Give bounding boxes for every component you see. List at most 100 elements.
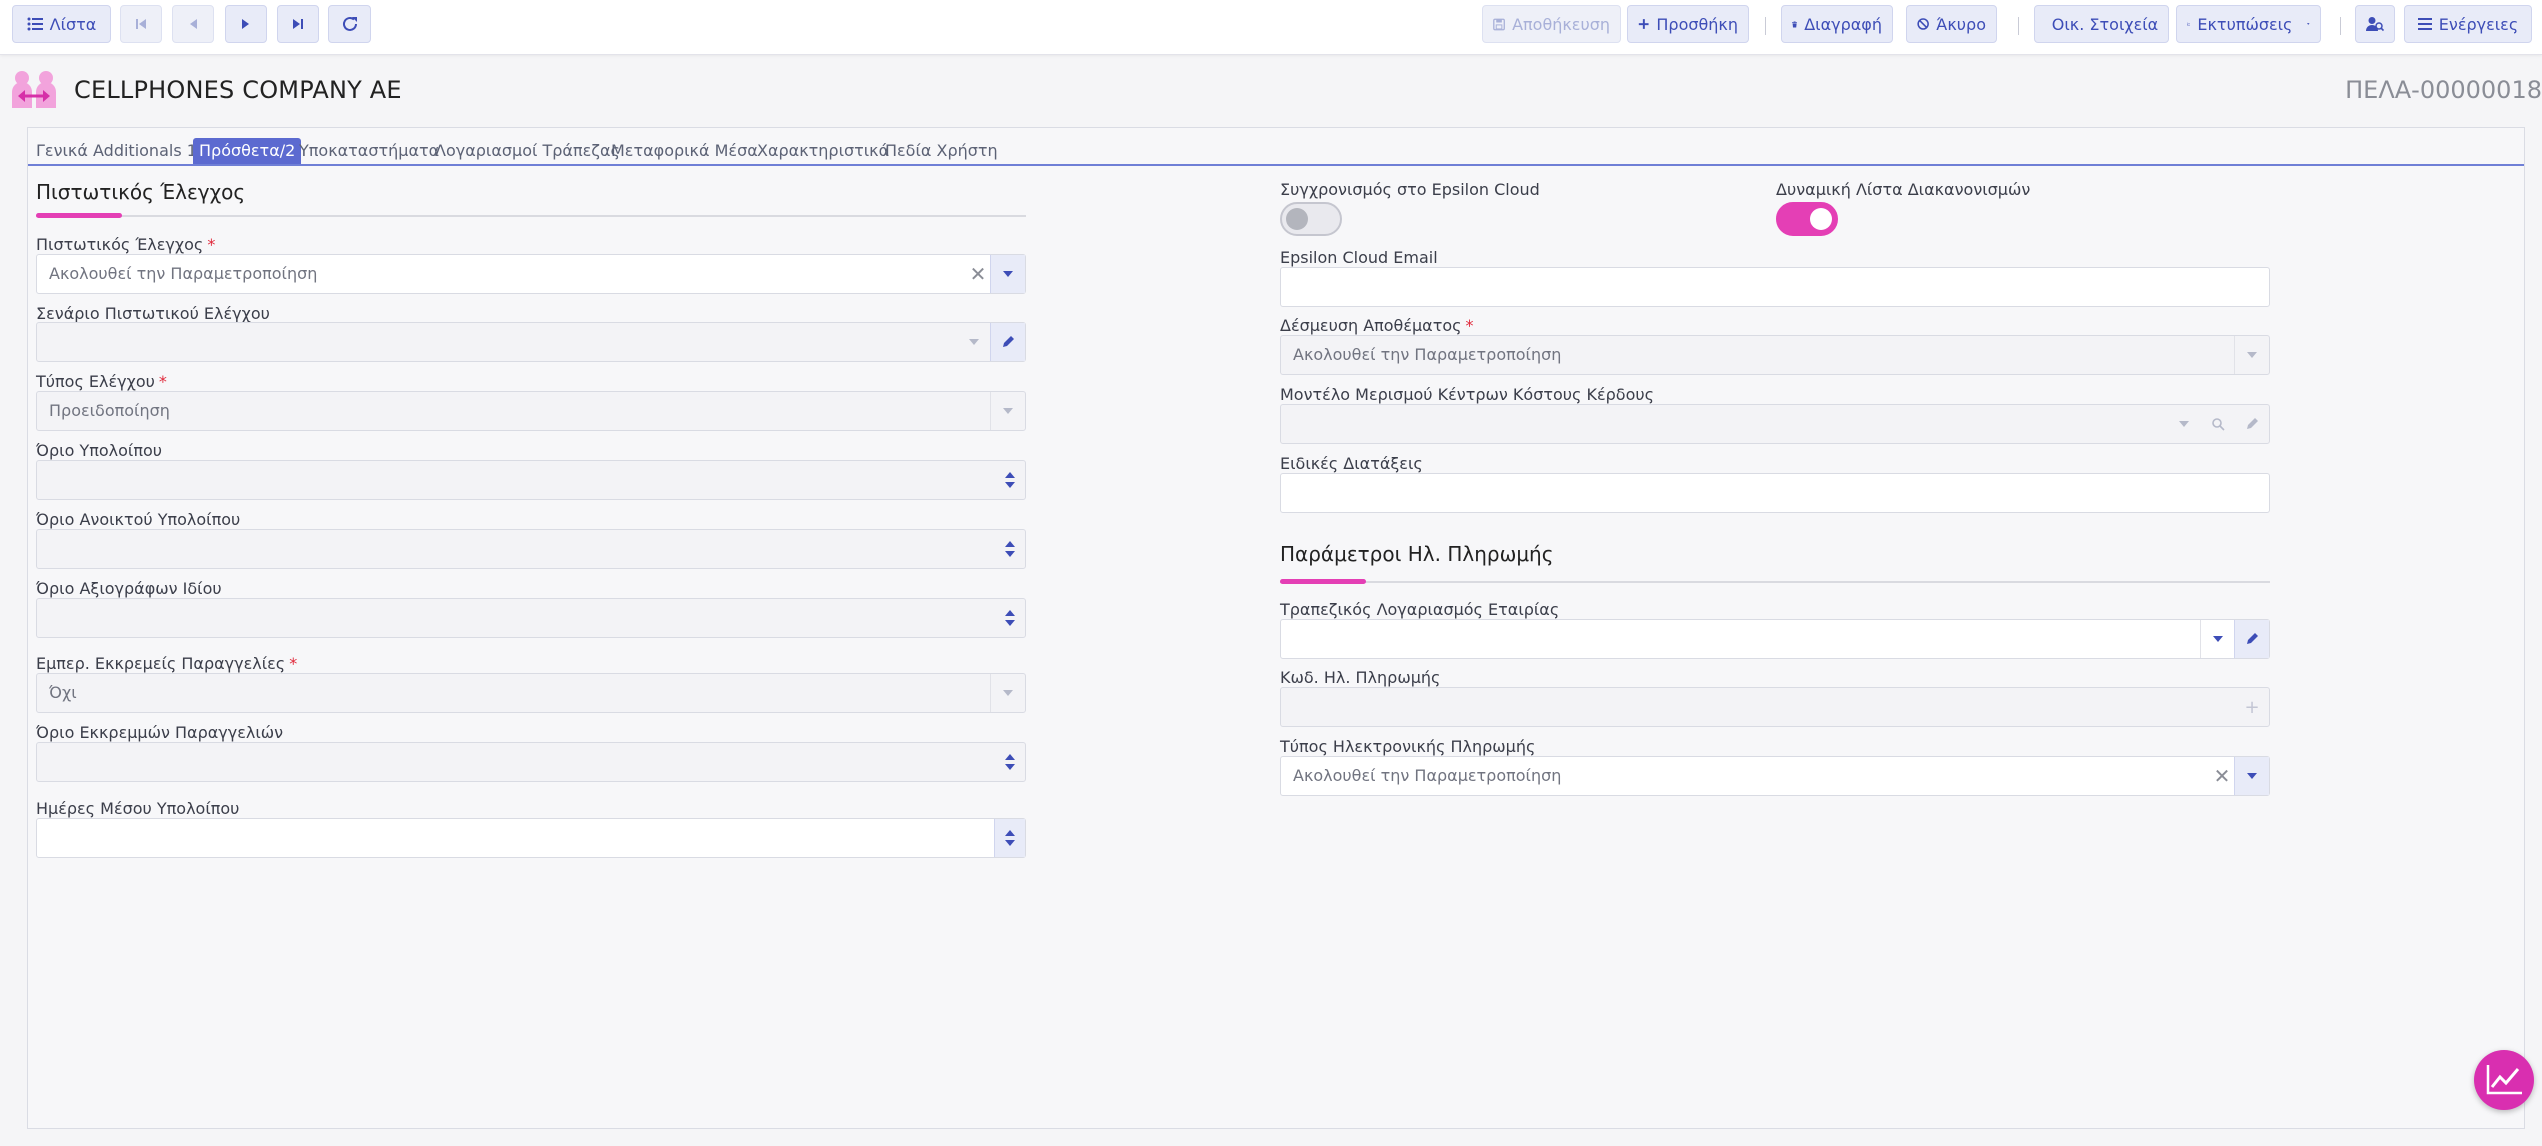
edit-pencil-icon[interactable] <box>2234 620 2269 658</box>
stepper-down-icon <box>1005 551 1015 557</box>
own-cheques-limit-input[interactable] <box>36 598 1026 638</box>
first-record-button[interactable] <box>120 5 162 43</box>
stepper-down-icon <box>1005 620 1015 626</box>
chevron-down-icon[interactable] <box>990 674 1025 712</box>
number-stepper[interactable] <box>995 599 1025 637</box>
chevron-down-icon[interactable] <box>2234 336 2269 374</box>
company-bank-account-label: Τραπεζικός Λογαριασμός Εταιρίας <box>1280 600 1560 619</box>
tab-vehicles[interactable]: Μεταφορικά Μέσα <box>605 138 764 164</box>
cost-center-model-select[interactable] <box>1280 404 2270 444</box>
chevron-down-icon[interactable] <box>957 323 991 361</box>
top-toolbar: Λίστα Αποθήκευση Προσθήκη Διαγραφή Άκυρο… <box>0 0 2542 55</box>
epayment-code-label: Κωδ. Ηλ. Πληρωμής <box>1280 668 1441 687</box>
toolbar-divider <box>2340 17 2341 35</box>
company-bank-account-select[interactable] <box>1280 619 2270 659</box>
record-header: CELLPHONES COMPANY AE ΠΕΛΑ-00000018 <box>0 54 2542 126</box>
customer-logo-icon <box>12 71 56 108</box>
chevron-down-icon[interactable] <box>2234 757 2269 795</box>
chevron-down-icon[interactable] <box>990 255 1025 293</box>
form-panel: Γενικά Additionals 1 Πρόσθετα/2 Υποκατασ… <box>27 127 2525 1129</box>
epsilon-sync-toggle[interactable] <box>1280 202 1342 236</box>
menu-icon <box>2417 18 2432 30</box>
number-stepper[interactable] <box>995 461 1025 499</box>
control-type-label: Τύπος Ελέγχου * <box>36 372 167 391</box>
analytics-fab-button[interactable] <box>2474 1050 2534 1110</box>
delete-button[interactable]: Διαγραφή <box>1781 5 1893 43</box>
tab-bank-accounts[interactable]: Λογαριασμοί Τράπεζας <box>429 138 626 164</box>
epsilon-email-input[interactable] <box>1280 267 2270 307</box>
list-button[interactable]: Λίστα <box>12 5 111 43</box>
caret-down-icon <box>2307 23 2310 25</box>
stock-reservation-label: Δέσμευση Αποθέματος * <box>1280 316 1474 335</box>
pending-orders-limit-label: Όριο Εκκρεμμών Παραγγελιών <box>36 723 284 742</box>
epsilon-sync-label: Συγχρονισμός στο Epsilon Cloud <box>1280 180 1540 199</box>
number-stepper[interactable] <box>995 530 1025 568</box>
actions-dropdown-button[interactable]: Ενέργειες <box>2404 5 2532 43</box>
control-type-select[interactable]: Προειδοποίηση <box>36 391 1026 431</box>
credit-control-section-title: Πιστωτικός Έλεγχος <box>36 180 246 204</box>
add-button[interactable]: Προσθήκη <box>1627 5 1749 43</box>
pending-orders-label: Εμπερ. Εκκρεμείς Παραγγελίες * <box>36 654 298 673</box>
tab-user-fields[interactable]: Πεδία Χρήστη <box>879 138 1004 164</box>
dynamic-list-toggle[interactable] <box>1776 202 1838 236</box>
user-search-icon <box>2366 17 2384 32</box>
pending-orders-select[interactable]: Όχι <box>36 673 1026 713</box>
financial-data-button[interactable]: Οικ. Στοιχεία <box>2034 5 2169 43</box>
add-button-label: Προσθήκη <box>1656 14 1738 34</box>
next-record-button[interactable] <box>225 5 267 43</box>
save-button[interactable]: Αποθήκευση <box>1482 5 1621 43</box>
balance-limit-input[interactable] <box>36 460 1026 500</box>
last-record-button[interactable] <box>277 5 319 43</box>
section-divider <box>36 213 1026 218</box>
save-button-label: Αποθήκευση <box>1512 14 1610 34</box>
edit-pencil-icon[interactable] <box>990 323 1025 361</box>
number-stepper[interactable] <box>994 819 1025 857</box>
credit-scenario-select[interactable] <box>36 322 1026 362</box>
epsilon-email-label: Epsilon Cloud Email <box>1280 248 1438 267</box>
prints-dropdown-button[interactable]: Εκτυπώσεις <box>2176 5 2321 43</box>
chevron-down-icon[interactable] <box>2167 405 2201 443</box>
open-balance-limit-input[interactable] <box>36 529 1026 569</box>
chevron-down-icon[interactable] <box>2200 620 2235 658</box>
tab-additionals-1[interactable]: Additionals 1 <box>87 138 203 164</box>
stock-reservation-select[interactable]: Ακολουθεί την Παραμετροποίηση <box>1280 335 2270 375</box>
edit-pencil-icon[interactable] <box>2235 405 2269 443</box>
tab-general[interactable]: Γενικά <box>30 138 94 164</box>
stepper-up-icon <box>1005 541 1015 547</box>
stepper-up-icon <box>1005 830 1015 836</box>
epayment-type-value: Ακολουθεί την Παραμετροποίηση <box>1293 766 1562 785</box>
ban-icon <box>1917 18 1929 30</box>
cancel-button-label: Άκυρο <box>1936 14 1986 34</box>
epayment-type-label: Τύπος Ηλεκτρονικής Πληρωμής <box>1280 737 1536 756</box>
avg-balance-days-label: Ημέρες Μέσου Υπολοίπου <box>36 799 240 818</box>
refresh-button[interactable] <box>328 5 371 43</box>
chevron-down-icon[interactable] <box>990 392 1025 430</box>
clear-icon[interactable]: ✕ <box>2209 757 2235 795</box>
tab-additionals-2[interactable]: Πρόσθετα/2 <box>193 138 302 164</box>
previous-record-button[interactable] <box>172 5 214 43</box>
credit-control-select[interactable]: Ακολουθεί την Παραμετροποίηση ✕ <box>36 254 1026 294</box>
special-instructions-input[interactable] <box>1280 473 2270 513</box>
tab-characteristics[interactable]: Χαρακτηριστικά <box>751 138 895 164</box>
open-balance-limit-label: Όριο Ανοικτού Υπολοίπου <box>36 510 241 529</box>
clear-icon[interactable]: ✕ <box>965 255 991 293</box>
cancel-button[interactable]: Άκυρο <box>1906 5 1997 43</box>
list-icon <box>27 17 43 31</box>
plus-icon <box>1638 19 1649 29</box>
tab-branches[interactable]: Υποκαταστήματα <box>293 138 445 164</box>
financial-data-label: Οικ. Στοιχεία <box>2051 14 2159 34</box>
search-icon[interactable] <box>2201 405 2235 443</box>
last-record-icon <box>293 19 303 29</box>
avg-balance-days-input[interactable] <box>36 818 1026 858</box>
epayment-code-input[interactable]: + <box>1280 687 2270 727</box>
section-divider <box>1280 579 2270 584</box>
stepper-down-icon <box>1005 482 1015 488</box>
number-stepper[interactable] <box>995 743 1025 781</box>
user-search-button[interactable] <box>2355 5 2395 43</box>
next-icon <box>242 19 249 29</box>
stock-reservation-value: Ακολουθεί την Παραμετροποίηση <box>1293 345 1562 364</box>
epayment-type-select[interactable]: Ακολουθεί την Παραμετροποίηση ✕ <box>1280 756 2270 796</box>
pending-orders-limit-input[interactable] <box>36 742 1026 782</box>
plus-icon[interactable]: + <box>2235 688 2269 726</box>
list-button-label: Λίστα <box>49 14 97 34</box>
